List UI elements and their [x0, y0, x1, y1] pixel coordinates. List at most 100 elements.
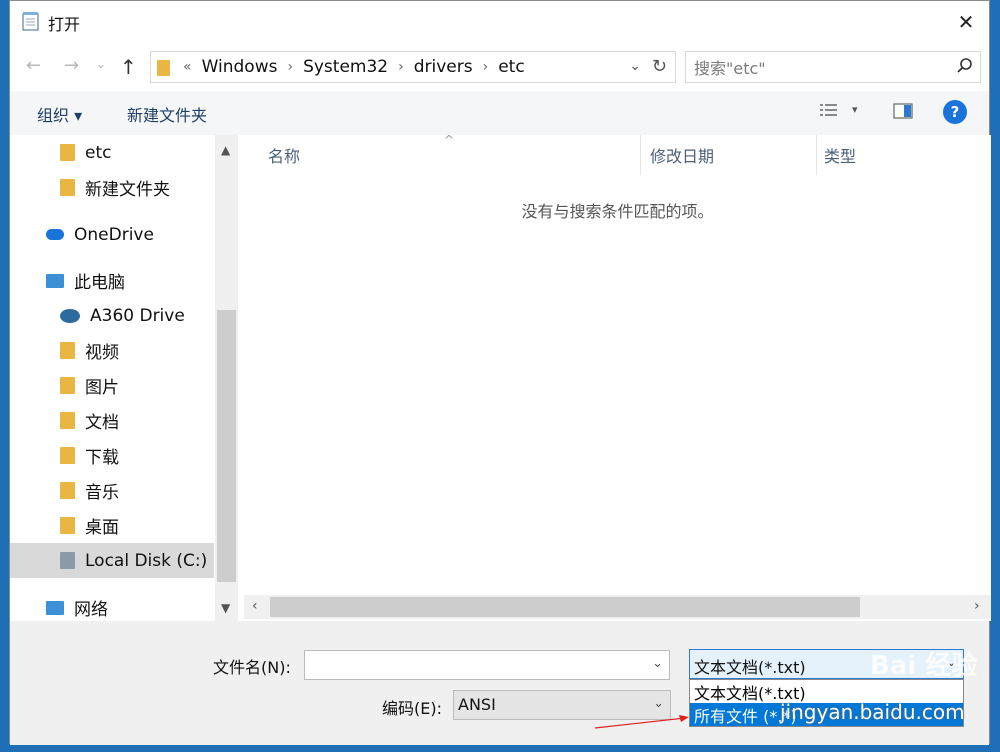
search-input[interactable] [692, 56, 946, 80]
title-bar: 打开 ✕ [10, 1, 989, 43]
sidebar-item-label: 此电脑 [74, 273, 125, 293]
encoding-label: 编码(E): [382, 699, 442, 718]
sidebar-item[interactable]: 桌面 [10, 508, 214, 543]
chevron-down-icon[interactable]: ⌄ [652, 656, 663, 671]
sidebar-item[interactable]: 网络 [10, 590, 214, 625]
chevron-right-icon[interactable]: › [483, 59, 489, 75]
chevron-right-icon[interactable]: › [398, 59, 404, 75]
sidebar-item[interactable]: OneDrive [10, 217, 214, 252]
column-header-type[interactable]: 类型 [824, 135, 856, 175]
scrollbar-thumb[interactable] [270, 597, 860, 617]
filename-input[interactable] [309, 654, 643, 678]
watermark-text: jingyan.baidu.com [780, 700, 965, 724]
scroll-up-icon[interactable]: ▲ [221, 143, 230, 157]
breadcrumb-system32[interactable]: System32 [303, 57, 388, 77]
empty-message: 没有与搜索条件匹配的项。 [521, 202, 714, 221]
up-arrow-icon[interactable]: ↑ [120, 55, 137, 79]
watermark-logo: Bai 经验 [870, 651, 978, 681]
folder-icon [157, 60, 170, 76]
organize-menu[interactable]: 组织 ▾ [37, 102, 82, 126]
sidebar-item[interactable]: 此电脑 [10, 263, 214, 298]
breadcrumb-windows[interactable]: Windows [202, 57, 278, 77]
notepad-icon [22, 12, 39, 31]
sidebar-item-label: 音乐 [85, 483, 119, 503]
pictures-folder-icon [60, 377, 75, 394]
sidebar-item[interactable]: A360 Drive [10, 298, 214, 333]
scrollbar-thumb[interactable] [217, 310, 236, 582]
network-icon [46, 600, 64, 615]
close-button[interactable]: ✕ [943, 1, 989, 43]
close-icon: ✕ [957, 10, 975, 34]
sidebar-item-label: 网络 [74, 600, 108, 620]
folder-icon [60, 144, 75, 161]
a360-drive-icon [60, 308, 80, 323]
breadcrumb-drivers[interactable]: drivers [414, 57, 473, 77]
breadcrumb-etc[interactable]: etc [498, 57, 524, 77]
address-bar[interactable]: « Windows › System32 › drivers › etc ⌄ ↻ [150, 51, 676, 83]
command-toolbar: 组织 ▾ 新建文件夹 ▾ ? [10, 91, 989, 136]
sidebar-item-label: 视频 [85, 343, 119, 363]
back-arrow-icon[interactable]: ← [26, 55, 41, 76]
file-list: ^ 名称 修改日期 类型 没有与搜索条件匹配的项。 ‹ › [244, 133, 991, 621]
sidebar-item-label: A360 Drive [90, 305, 185, 326]
chevron-down-icon[interactable]: ⌄ [653, 696, 664, 711]
baidu-watermark: Bai 经验 jingyan.baidu.com [750, 640, 990, 740]
view-options-icon[interactable] [818, 100, 840, 122]
preview-pane-icon[interactable] [892, 100, 914, 122]
sidebar-item[interactable]: 文档 [10, 403, 214, 438]
search-box[interactable] [685, 51, 981, 83]
view-dropdown-icon[interactable]: ▾ [852, 103, 858, 116]
sidebar-item-label: 下载 [85, 448, 119, 468]
column-divider[interactable] [640, 135, 641, 175]
refresh-icon[interactable]: ↻ [652, 56, 667, 77]
annotation-arrow [594, 715, 689, 729]
sidebar-item-label: 新建文件夹 [85, 180, 170, 200]
desktop-folder-icon [60, 517, 75, 534]
filename-label: 文件名(N): [213, 658, 291, 677]
column-header-date[interactable]: 修改日期 [650, 135, 714, 175]
encoding-value: ANSI [458, 695, 496, 714]
sidebar-scrollbar[interactable]: ▲ ▼ [215, 135, 238, 621]
forward-arrow-icon[interactable]: → [64, 55, 79, 76]
search-icon[interactable] [956, 57, 974, 75]
sidebar-item-label: Local Disk (C:) [85, 550, 208, 571]
sort-ascending-icon: ^ [444, 133, 455, 147]
cloud-icon [46, 229, 64, 240]
local-disk-icon [60, 552, 75, 569]
sidebar-item-label: OneDrive [74, 224, 154, 245]
chevron-down-icon[interactable]: ⌄ [629, 58, 641, 74]
sidebar-item[interactable]: 下载 [10, 438, 214, 473]
documents-folder-icon [60, 412, 75, 429]
horizontal-scrollbar[interactable]: ‹ › [244, 595, 991, 619]
scroll-left-icon[interactable]: ‹ [252, 598, 258, 614]
breadcrumb-overflow[interactable]: « [183, 59, 192, 75]
sidebar-item[interactable]: 视频 [10, 333, 214, 368]
sidebar-item-label: 桌面 [85, 518, 119, 538]
breadcrumb: « Windows › System32 › drivers › etc [183, 52, 525, 82]
computer-icon [46, 273, 64, 288]
sidebar-item[interactable]: 图片 [10, 368, 214, 403]
sidebar-item[interactable]: 音乐 [10, 473, 214, 508]
sidebar-item[interactable]: 新建文件夹 [10, 170, 214, 205]
new-folder-button[interactable]: 新建文件夹 [127, 102, 207, 126]
dialog-body: etc 新建文件夹 OneDrive 此电脑 A360 Drive 视频图片文档下载音乐桌… [10, 133, 991, 621]
navigation-pane: etc 新建文件夹 OneDrive 此电脑 A360 Drive 视频图片文档下载音乐桌… [10, 135, 214, 621]
recent-locations-chevron-icon[interactable]: ⌄ [96, 57, 106, 71]
scroll-down-icon[interactable]: ▼ [221, 601, 230, 615]
scroll-right-icon[interactable]: › [974, 598, 980, 614]
videos-folder-icon [60, 342, 75, 359]
column-header-name[interactable]: 名称 [268, 135, 300, 175]
sidebar-item-label: 文档 [85, 413, 119, 433]
sidebar-item-label: 图片 [85, 378, 119, 398]
filename-combobox[interactable]: ⌄ [304, 650, 670, 680]
downloads-folder-icon [60, 447, 75, 464]
folder-icon [60, 179, 75, 196]
column-divider[interactable] [816, 135, 817, 175]
sidebar-item[interactable]: Local Disk (C:) [10, 543, 214, 578]
window-title: 打开 [48, 15, 81, 34]
music-folder-icon [60, 482, 75, 499]
sidebar-item-label: etc [85, 142, 112, 163]
help-icon[interactable]: ? [943, 100, 967, 124]
sidebar-item[interactable]: etc [10, 135, 214, 170]
chevron-right-icon[interactable]: › [287, 59, 293, 75]
